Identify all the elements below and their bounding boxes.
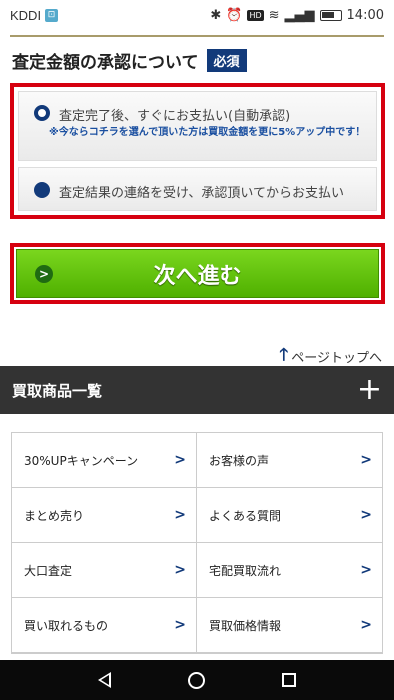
- page-title: 査定金額の承認について: [12, 53, 199, 73]
- alarm-icon: ⏰: [226, 7, 243, 23]
- required-badge: 必須: [206, 49, 247, 72]
- category-header[interactable]: 買取商品一覧 +: [0, 366, 394, 414]
- plus-icon[interactable]: +: [357, 375, 382, 405]
- chevron-right-icon: >: [360, 507, 372, 523]
- link-faq[interactable]: よくある質問 >: [197, 488, 382, 543]
- link-label: 宅配買取流れ: [209, 563, 282, 578]
- battery-icon: [319, 9, 342, 21]
- chevron-right-icon: >: [174, 452, 186, 468]
- section-header: 査定金額の承認について 必須: [12, 48, 247, 73]
- link-label: 買取価格情報: [209, 618, 282, 633]
- status-bar: KDDI ⊡ ✱ ⏰ HD ≋ ▂▄▆ 14:00: [0, 0, 394, 30]
- link-large-assessment[interactable]: 大口査定 >: [12, 543, 197, 598]
- radio-unchecked-icon[interactable]: [34, 182, 50, 198]
- chevron-right-icon: >: [174, 562, 186, 578]
- link-bulk-sale[interactable]: まとめ売り >: [12, 488, 197, 543]
- signal-icon: ▂▄▆: [284, 7, 315, 23]
- link-label: 買い取れるもの: [24, 618, 109, 633]
- link-label: よくある質問: [209, 508, 282, 523]
- option-note: ※今ならコチラを選んで頂いた方は買取金額を更に5%アップ中です！: [49, 127, 366, 138]
- carrier-badge-icon: ⊡: [45, 8, 59, 22]
- link-label: 大口査定: [24, 563, 73, 578]
- system-nav-bar: [0, 660, 394, 700]
- chevron-right-icon: >: [35, 265, 53, 283]
- next-button[interactable]: > 次へ進む: [16, 249, 379, 298]
- next-button-frame: > 次へ進む: [10, 243, 385, 304]
- link-price-info[interactable]: 買取価格情報 >: [197, 598, 382, 653]
- link-label: 30%UPキャンペーン: [24, 453, 139, 468]
- approval-options: 査定完了後、すぐにお支払い(自動承認) ※今ならコチラを選んで頂いた方は買取金額…: [10, 83, 385, 219]
- link-delivery-flow[interactable]: 宅配買取流れ >: [197, 543, 382, 598]
- radio-checked-icon[interactable]: [34, 105, 50, 121]
- category-title: 買取商品一覧: [12, 381, 103, 400]
- status-icons: ✱ ⏰ HD ≋ ▂▄▆ 14:00: [210, 8, 384, 23]
- next-button-label: 次へ進む: [153, 263, 242, 289]
- back-icon[interactable]: [98, 672, 112, 688]
- chevron-right-icon: >: [174, 507, 186, 523]
- link-buyable-items[interactable]: 買い取れるもの >: [12, 598, 197, 653]
- carrier-name: KDDI: [10, 7, 42, 23]
- chevron-right-icon: >: [174, 617, 186, 633]
- recent-apps-icon[interactable]: [281, 673, 296, 687]
- link-label: お客様の声: [209, 453, 270, 468]
- link-label: まとめ売り: [24, 508, 85, 523]
- bluetooth-icon: ✱: [210, 7, 222, 23]
- option-label: 査定完了後、すぐにお支払い(自動承認): [59, 109, 291, 124]
- chevron-right-icon: >: [360, 452, 372, 468]
- option-label: 査定結果の連絡を受け、承認頂いてからお支払い: [59, 186, 344, 201]
- link-grid: 30%UPキャンペーン > お客様の声 > まとめ売り > よくある質問 > 大…: [11, 432, 383, 654]
- option-auto-approve[interactable]: 査定完了後、すぐにお支払い(自動承認) ※今ならコチラを選んで頂いた方は買取金額…: [18, 91, 377, 161]
- wifi-icon: ≋: [268, 7, 280, 23]
- top-divider: [10, 35, 384, 37]
- link-customer-voice[interactable]: お客様の声 >: [197, 433, 382, 488]
- option-manual-approve[interactable]: 査定結果の連絡を受け、承認頂いてからお支払い: [18, 167, 377, 211]
- chevron-right-icon: >: [360, 617, 372, 633]
- link-campaign[interactable]: 30%UPキャンペーン >: [12, 433, 197, 488]
- chevron-right-icon: >: [360, 562, 372, 578]
- clock: 14:00: [346, 7, 384, 23]
- home-icon[interactable]: [187, 671, 205, 689]
- hd-badge: HD: [247, 9, 264, 21]
- page-top-label: ページトップへ: [291, 351, 382, 366]
